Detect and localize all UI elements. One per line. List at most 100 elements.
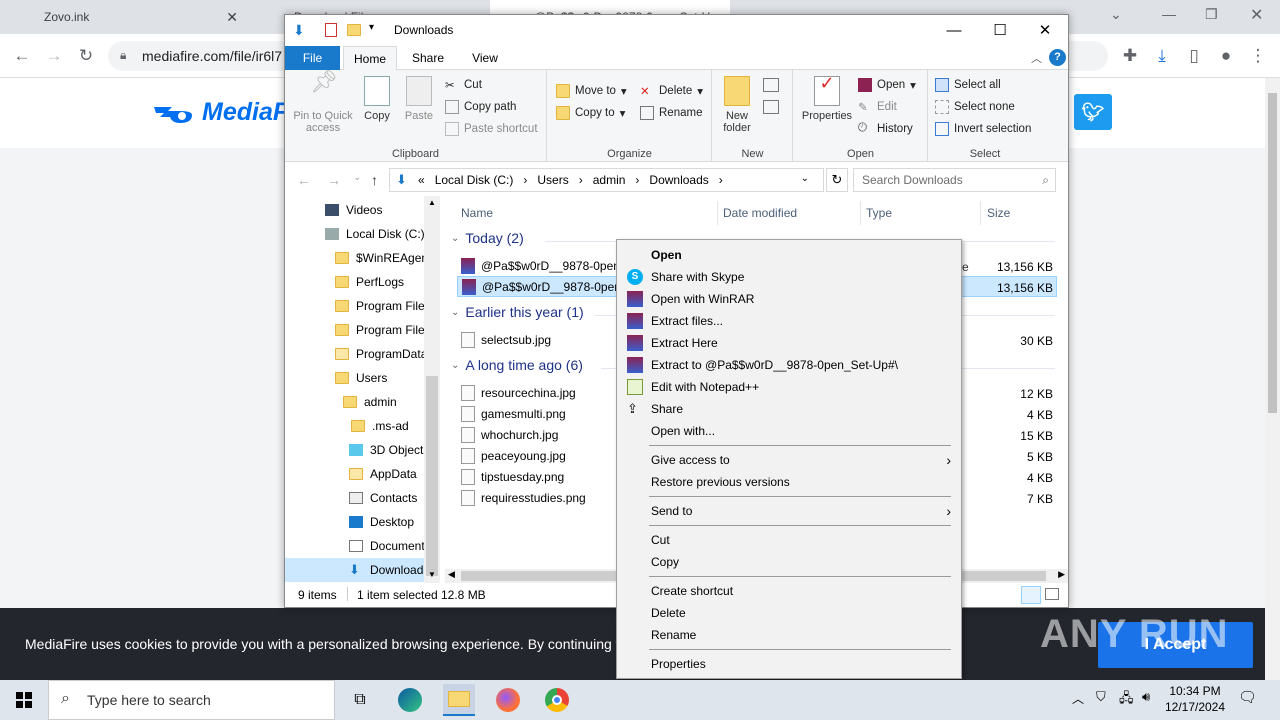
menu-item-extract-files[interactable]: Extract files... xyxy=(617,310,961,332)
file-explorer-icon[interactable] xyxy=(443,684,475,716)
close-button[interactable]: ✕ xyxy=(1022,15,1068,45)
invert-selection-button[interactable]: Invert selection xyxy=(935,122,1031,136)
copy-path-button[interactable]: Copy path xyxy=(445,100,516,114)
restore-icon[interactable]: ❐ xyxy=(1205,6,1218,23)
quick-access-download-icon[interactable]: ⬇ xyxy=(293,22,305,39)
nav-item[interactable]: Local Disk (C:) xyxy=(325,222,425,246)
refresh-icon[interactable]: ↻ xyxy=(826,168,848,192)
tab-home[interactable]: Home xyxy=(343,46,397,71)
minimize-button[interactable]: — xyxy=(931,15,977,45)
collapse-ribbon-icon[interactable]: ︿ xyxy=(1031,50,1042,66)
close-icon[interactable]: ✕ xyxy=(226,9,238,26)
menu-item-share[interactable]: ⇪ Share xyxy=(617,398,961,420)
file-row[interactable]: peaceyoung.jpg xyxy=(461,445,566,466)
scroll-right-icon[interactable]: ▶ xyxy=(1058,569,1065,580)
file-row[interactable]: tipstuesday.png xyxy=(461,466,564,487)
task-view-icon[interactable]: ⧉ xyxy=(344,684,376,716)
column-type[interactable]: Type xyxy=(860,201,892,225)
file-row[interactable]: requiresstudies.png xyxy=(461,487,586,508)
breadcrumb-overflow[interactable]: « xyxy=(418,173,425,187)
nav-item[interactable]: Program Files xyxy=(335,294,431,318)
volume-icon[interactable]: 🔊︎ xyxy=(1142,689,1150,705)
column-date-modified[interactable]: Date modified xyxy=(717,201,797,225)
group-header[interactable]: ⌄ Earlier this year (1) xyxy=(451,304,584,320)
menu-icon[interactable]: ⋮ xyxy=(1243,41,1273,71)
close-icon[interactable]: ✕ xyxy=(1250,5,1263,25)
copy-button[interactable]: Copy xyxy=(359,76,395,122)
menu-item-create-shortcut[interactable]: Create shortcut xyxy=(617,580,961,602)
easy-access-icon[interactable] xyxy=(763,100,779,114)
breadcrumb-local-disk[interactable]: Local Disk (C:) xyxy=(435,173,514,187)
nav-item[interactable]: Videos xyxy=(325,198,382,222)
taskbar-search-input[interactable]: ⌕ Type here to search xyxy=(48,680,335,720)
pin-quick-access-button[interactable]: 📌︎ Pin to Quick access xyxy=(291,71,355,135)
group-header[interactable]: ⌄ Today (2) xyxy=(451,230,524,246)
extensions-icon[interactable]: ✚ xyxy=(1115,41,1145,71)
twitter-icon[interactable]: 🐦︎ xyxy=(1074,94,1112,130)
menu-item-open[interactable]: Open xyxy=(617,244,961,266)
tab-view[interactable]: View xyxy=(460,46,510,70)
nav-item[interactable]: AppData xyxy=(349,462,417,486)
scroll-left-icon[interactable]: ◀ xyxy=(448,569,455,580)
move-to-button[interactable]: Move to ▾ xyxy=(556,84,627,98)
nav-scrollbar[interactable]: ▲ ▼ xyxy=(424,196,440,583)
nav-item[interactable]: Desktop xyxy=(349,510,414,534)
network-icon[interactable]: 🖧︎ xyxy=(1119,689,1134,711)
customize-toolbar-icon[interactable]: ▾ xyxy=(369,22,374,33)
side-panel-icon[interactable]: ▯ xyxy=(1179,41,1209,71)
rename-button[interactable]: Rename xyxy=(640,106,702,120)
large-icons-view-icon[interactable] xyxy=(1045,588,1059,600)
menu-item-properties[interactable]: Properties xyxy=(617,653,961,675)
taskbar-clock[interactable]: 10:34 PM 12/17/2024 xyxy=(1160,683,1230,715)
copy-to-button[interactable]: Copy to ▾ xyxy=(556,106,625,120)
nav-item[interactable]: ProgramData xyxy=(335,342,427,366)
breadcrumb-users[interactable]: Users xyxy=(537,173,568,187)
forward-icon[interactable]: → xyxy=(327,172,341,188)
open-button[interactable]: Open ▾ xyxy=(858,78,916,92)
group-header[interactable]: ⌄ A long time ago (6) xyxy=(451,357,583,373)
select-none-button[interactable]: Select none xyxy=(935,100,1015,114)
back-icon[interactable]: ← xyxy=(297,172,311,188)
menu-item-restore-versions[interactable]: Restore previous versions xyxy=(617,471,961,493)
menu-item-open-winrar[interactable]: Open with WinRAR xyxy=(617,288,961,310)
paste-shortcut-button[interactable]: Paste shortcut xyxy=(445,122,538,136)
nav-item[interactable]: Documents xyxy=(349,534,431,558)
page-scrollbar[interactable] xyxy=(1265,78,1280,680)
maximize-button[interactable]: ☐ xyxy=(977,15,1023,45)
menu-item-extract-to[interactable]: Extract to @Pa$$w0rD__9878-0pen_Set-Up#\ xyxy=(617,354,961,376)
up-icon[interactable]: ↑ xyxy=(371,172,378,188)
menu-item-cut[interactable]: Cut xyxy=(617,529,961,551)
tab-share[interactable]: Share xyxy=(403,46,453,70)
address-breadcrumb[interactable]: ⬇ « Local Disk (C:) › Users › admin › Do… xyxy=(389,168,824,192)
tab-file[interactable]: File xyxy=(285,46,340,70)
properties-button[interactable]: ✓ Properties xyxy=(800,74,854,122)
recent-locations-icon[interactable]: ⌄ xyxy=(353,172,361,183)
menu-item-open-with[interactable]: Open with... xyxy=(617,420,961,442)
search-input[interactable]: Search Downloads ⌕ xyxy=(853,168,1056,192)
chevron-up-icon[interactable]: ︿ xyxy=(1072,690,1084,707)
firefox-icon[interactable] xyxy=(492,684,524,716)
new-item-icon[interactable] xyxy=(763,78,779,92)
history-button[interactable]: 🕘︎ History xyxy=(858,122,913,136)
menu-item-delete[interactable]: Delete xyxy=(617,602,961,624)
select-all-button[interactable]: Select all xyxy=(935,78,1001,92)
help-icon[interactable]: ? xyxy=(1049,49,1066,66)
menu-item-rename[interactable]: Rename xyxy=(617,624,961,646)
cut-button[interactable]: ✂ Cut xyxy=(445,78,482,92)
file-row[interactable]: whochurch.jpg xyxy=(461,424,558,445)
back-icon[interactable]: ← xyxy=(7,41,37,71)
file-row[interactable]: resourcechina.jpg xyxy=(461,382,576,403)
new-folder-icon[interactable] xyxy=(347,24,361,36)
nav-item-selected[interactable]: ⬇ Downloads xyxy=(285,558,440,582)
notification-icon[interactable]: 🗨︎ xyxy=(1238,688,1257,706)
nav-item[interactable]: .ms-ad xyxy=(351,414,409,438)
properties-icon[interactable] xyxy=(325,23,337,37)
forward-icon[interactable]: → xyxy=(39,41,69,71)
new-folder-button[interactable]: New folder xyxy=(717,76,757,134)
menu-item-share-skype[interactable]: S Share with Skype xyxy=(617,266,961,288)
column-size[interactable]: Size xyxy=(980,201,1010,225)
delete-button[interactable]: ✕ Delete ▾ xyxy=(640,84,703,98)
scroll-down-icon[interactable]: ▼ xyxy=(428,570,436,579)
menu-item-send-to[interactable]: Send to › xyxy=(617,500,961,522)
scroll-up-icon[interactable]: ▲ xyxy=(428,198,436,207)
